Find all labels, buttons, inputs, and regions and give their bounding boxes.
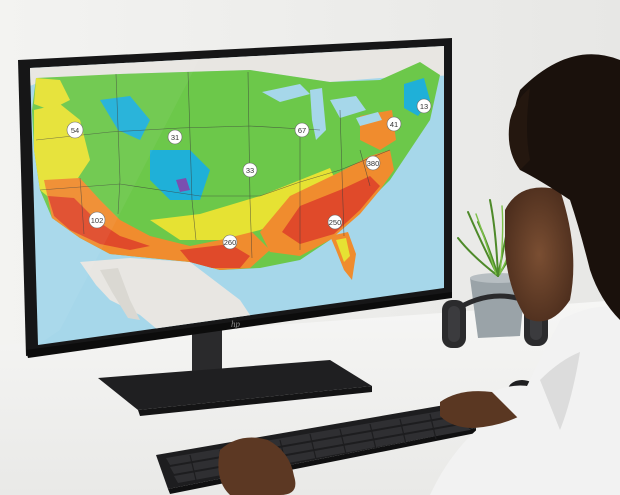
- cluster-marker[interactable]: 41: [386, 116, 402, 132]
- svg-text:380: 380: [367, 159, 380, 168]
- svg-text:31: 31: [171, 133, 179, 142]
- cluster-marker[interactable]: 380: [365, 155, 381, 171]
- cluster-marker[interactable]: 260: [222, 234, 238, 250]
- svg-text:250: 250: [329, 218, 342, 227]
- svg-text:13: 13: [420, 102, 428, 111]
- svg-text:67: 67: [298, 126, 306, 135]
- monitor-logo: hp: [231, 319, 241, 329]
- svg-text:41: 41: [390, 120, 398, 129]
- cluster-marker[interactable]: 250: [327, 214, 343, 230]
- svg-text:33: 33: [246, 166, 254, 175]
- cluster-marker[interactable]: 13: [416, 98, 432, 114]
- cluster-marker[interactable]: 31: [167, 129, 183, 145]
- cluster-marker[interactable]: 67: [294, 122, 310, 138]
- cluster-marker[interactable]: 33: [242, 162, 258, 178]
- photo-scene: hp 54 31 67 41 13 33 380 102 260 250: [0, 0, 620, 495]
- svg-text:260: 260: [224, 238, 237, 247]
